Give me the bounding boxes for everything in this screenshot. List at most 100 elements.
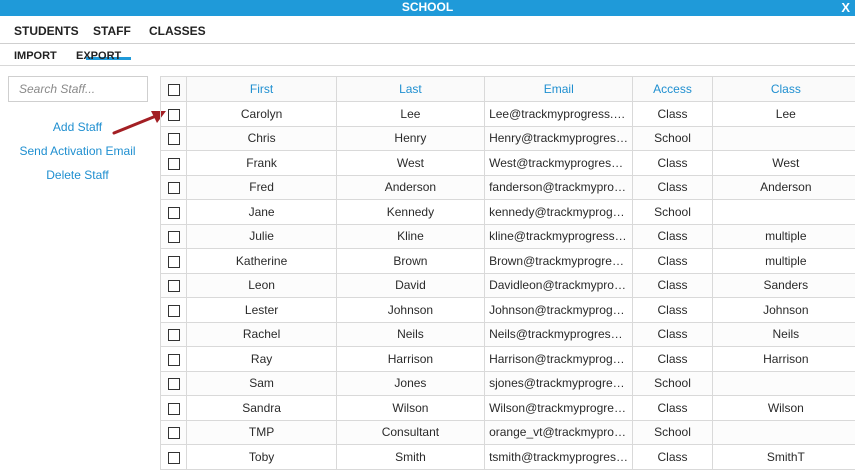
cell-first: TMP (186, 419, 337, 445)
cell-access: Class (632, 174, 713, 200)
column-header-access[interactable]: Access (632, 76, 713, 102)
cell-first: Sam (186, 370, 337, 396)
column-header-first[interactable]: First (186, 76, 337, 102)
cell-last: Harrison (335, 346, 486, 372)
cell-access: Class (632, 346, 713, 372)
cell-email: tsmith@trackmyprogress.... (484, 444, 634, 470)
table-row[interactable]: Fred Anderson fanderson@trackmyprogr... Cla… (159, 174, 855, 200)
row-checkbox[interactable] (167, 402, 180, 415)
table-row[interactable]: Frank West West@trackmyprogress.c... Class W… (159, 150, 855, 176)
row-select-cell (159, 199, 188, 225)
cell-first: Carolyn (186, 101, 337, 127)
row-select-cell (159, 444, 188, 470)
row-checkbox[interactable] (167, 329, 180, 342)
cell-last: Anderson (335, 174, 486, 200)
table-row[interactable]: Rachel Neils Neils@trackmyprogress.c... Cla… (159, 321, 855, 347)
cell-email: Lee@trackmyprogress.com (484, 101, 634, 127)
cell-access: School (632, 370, 713, 396)
row-checkbox[interactable] (167, 304, 180, 317)
close-icon[interactable]: X (841, 0, 850, 15)
cell-first: Toby (186, 444, 337, 470)
table-header-row: First Last Email Access Class (159, 76, 855, 102)
row-checkbox[interactable] (167, 206, 180, 219)
cell-last: Smith (335, 444, 486, 470)
cell-class (711, 199, 855, 225)
tab-classes[interactable]: CLASSES (149, 24, 206, 38)
cell-last: Henry (335, 125, 486, 151)
table-row[interactable]: Ray Harrison Harrison@trackmyprogres... Cla… (159, 346, 855, 372)
cell-last: Lee (335, 101, 486, 127)
row-select-cell (159, 395, 188, 421)
table-row[interactable]: Carolyn Lee Lee@trackmyprogress.com Class Le… (159, 101, 855, 127)
row-select-cell (159, 101, 188, 127)
row-checkbox[interactable] (167, 353, 180, 366)
table-row[interactable]: Leon David Davidleon@trackmyprogr... Class S… (159, 272, 855, 298)
cell-email: Harrison@trackmyprogres... (484, 346, 634, 372)
row-checkbox[interactable] (167, 280, 180, 293)
cell-class: Anderson (711, 174, 855, 200)
cell-class: West (711, 150, 855, 176)
table-row[interactable]: TMP Consultant orange_vt@trackmyprogre... S… (159, 419, 855, 445)
row-checkbox[interactable] (167, 255, 180, 268)
row-checkbox[interactable] (167, 231, 180, 244)
staff-table: First Last Email Access Class Carolyn Lee… (159, 76, 855, 470)
tab-staff[interactable]: STAFF (93, 24, 131, 38)
table-row[interactable]: Julie Kline kline@trackmyprogress.c... Clas… (159, 223, 855, 249)
row-select-cell (159, 150, 188, 176)
select-all-checkbox[interactable] (167, 83, 180, 96)
table-row[interactable]: Katherine Brown Brown@trackmyprogress.... C… (159, 248, 855, 274)
cell-last: David (335, 272, 486, 298)
cell-email: Davidleon@trackmyprogr... (484, 272, 634, 298)
cell-class: Neils (711, 321, 855, 347)
cell-access: School (632, 125, 713, 151)
cell-first: Fred (186, 174, 337, 200)
delete-staff-link[interactable]: Delete Staff (0, 166, 155, 190)
cell-class (711, 125, 855, 151)
export-button[interactable]: EXPORT (76, 50, 121, 62)
cell-email: kennedy@trackmyprogres... (484, 199, 634, 225)
cell-email: Henry@trackmyprogress.... (484, 125, 634, 151)
cell-first: Chris (186, 125, 337, 151)
cell-first: Ray (186, 346, 337, 372)
cell-first: Frank (186, 150, 337, 176)
row-checkbox[interactable] (167, 133, 180, 146)
row-checkbox[interactable] (167, 378, 180, 391)
row-checkbox[interactable] (167, 451, 180, 464)
row-select-cell (159, 272, 188, 298)
cell-class: multiple (711, 248, 855, 274)
cell-class: Johnson (711, 297, 855, 323)
cell-access: Class (632, 395, 713, 421)
cell-first: Katherine (186, 248, 337, 274)
send-activation-email-link[interactable]: Send Activation Email (0, 142, 155, 166)
cell-last: Neils (335, 321, 486, 347)
cell-email: Wilson@trackmyprogress.... (484, 395, 634, 421)
table-row[interactable]: Jane Kennedy kennedy@trackmyprogres... Scho… (159, 199, 855, 225)
row-select-cell (159, 321, 188, 347)
column-header-last[interactable]: Last (335, 76, 486, 102)
window-title: SCHOOL (401, 0, 454, 14)
row-checkbox[interactable] (167, 157, 180, 170)
cell-class: Wilson (711, 395, 855, 421)
row-checkbox[interactable] (167, 108, 180, 121)
import-button[interactable]: IMPORT (14, 50, 57, 62)
tab-students[interactable]: STUDENTS (14, 24, 79, 38)
row-select-cell (159, 419, 188, 445)
cell-first: Julie (186, 223, 337, 249)
cell-email: West@trackmyprogress.c... (484, 150, 634, 176)
row-select-cell (159, 248, 188, 274)
search-staff-input[interactable] (8, 76, 148, 102)
cell-access: School (632, 419, 713, 445)
table-row[interactable]: Sandra Wilson Wilson@trackmyprogress.... Cl… (159, 395, 855, 421)
row-checkbox[interactable] (167, 182, 180, 195)
table-row[interactable]: Sam Jones sjones@trackmyprogress.... School (159, 370, 855, 396)
table-row[interactable]: Toby Smith tsmith@trackmyprogress.... Class… (159, 444, 855, 470)
row-checkbox[interactable] (167, 427, 180, 440)
cell-access: Class (632, 297, 713, 323)
column-header-class[interactable]: Class (711, 76, 855, 102)
table-row[interactable]: Lester Johnson Johnson@trackmyprogres... Cl… (159, 297, 855, 323)
cell-access: Class (632, 321, 713, 347)
column-header-email[interactable]: Email (484, 76, 634, 102)
cell-last: Brown (335, 248, 486, 274)
table-row[interactable]: Chris Henry Henry@trackmyprogress.... Schoo… (159, 125, 855, 151)
select-all-cell (159, 76, 188, 102)
